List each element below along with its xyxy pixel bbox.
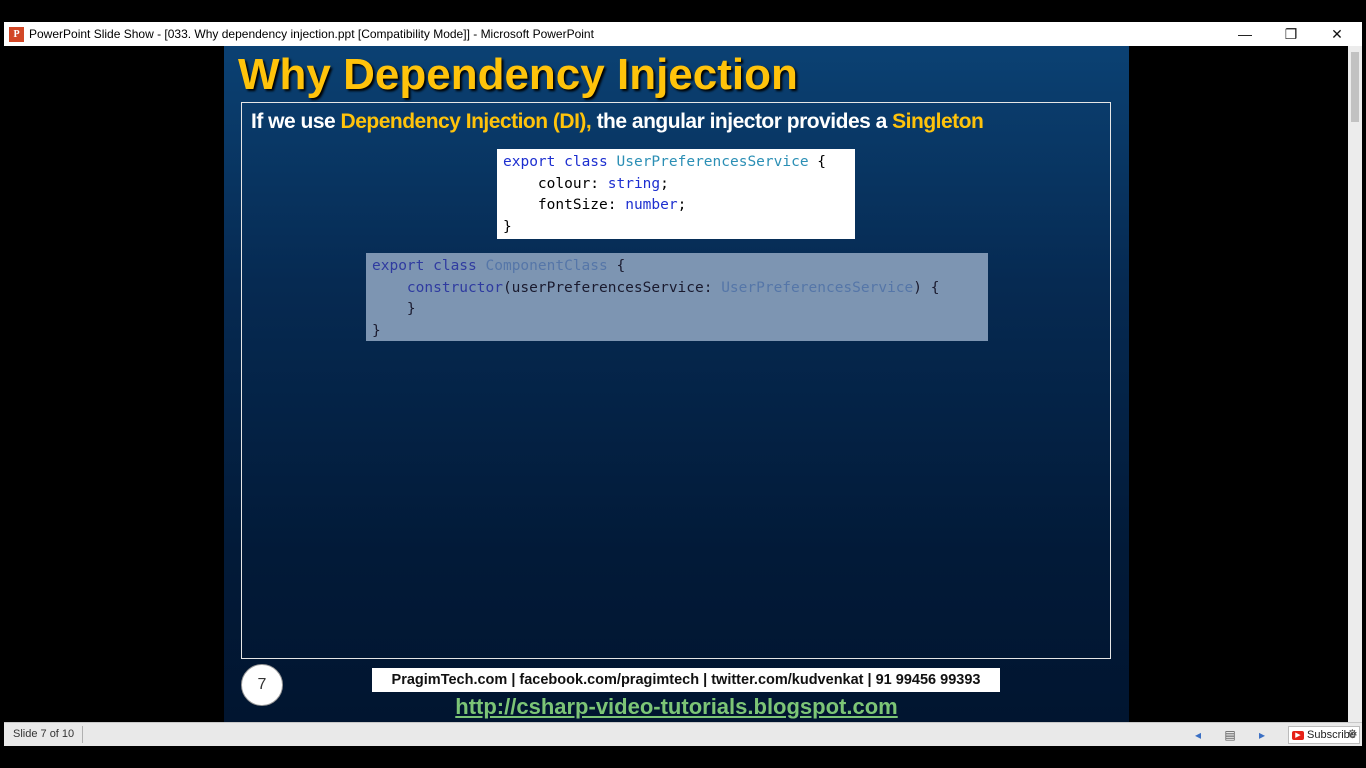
code-text: ) {	[913, 279, 940, 296]
title-bar: P PowerPoint Slide Show - [033. Why depe…	[4, 22, 1362, 46]
menu-icon: ▤	[1224, 728, 1236, 742]
content-frame: If we use Dependency Injection (DI), the…	[241, 102, 1111, 659]
footer-contacts: PragimTech.com | facebook.com/pragimtech…	[372, 668, 1000, 692]
youtube-play-icon: ▶	[1292, 730, 1304, 740]
code-line: constructor(userPreferencesService: User…	[372, 278, 982, 300]
vertical-scrollbar[interactable]	[1348, 46, 1362, 722]
code-text: (userPreferencesService:	[502, 279, 722, 296]
subtitle-highlight-di: Dependency Injection (DI),	[340, 110, 592, 133]
code-line: fontSize: number;	[503, 195, 849, 217]
code-text: ;	[677, 197, 687, 213]
status-bar: Slide 7 of 10 ◂ ▤ ▸ ▶ Subscribe ⚙	[4, 722, 1362, 746]
code-line: }	[503, 218, 512, 235]
powerpoint-window: P PowerPoint Slide Show - [033. Why depe…	[4, 22, 1362, 746]
subtitle-highlight-singleton: Singleton	[892, 110, 984, 133]
slide-menu-button[interactable]: ▤	[1222, 727, 1238, 743]
slide-show-area[interactable]: Why Dependency Injection If we use Depen…	[4, 46, 1362, 722]
minimize-icon: —	[1238, 26, 1252, 42]
code-type: number	[625, 197, 678, 213]
code-keyword: constructor	[406, 279, 503, 296]
code-block-service: export class UserPreferencesService { co…	[497, 149, 855, 239]
slide-title: Why Dependency Injection	[238, 50, 798, 99]
close-button[interactable]: ✕	[1314, 22, 1360, 46]
code-line: export class UserPreferencesService {	[503, 152, 849, 174]
settings-icon[interactable]: ⚙	[1347, 727, 1358, 741]
powerpoint-icon[interactable]: P	[9, 26, 24, 42]
window-title: PowerPoint Slide Show - [033. Why depend…	[29, 27, 594, 41]
restore-button[interactable]: ❐	[1268, 22, 1314, 46]
arrow-right-icon: ▸	[1258, 728, 1266, 742]
close-icon: ✕	[1331, 25, 1343, 42]
code-line: export class ComponentClass {	[372, 256, 982, 278]
code-line: colour: string;	[503, 174, 849, 196]
scrollbar-thumb[interactable]	[1351, 52, 1359, 122]
next-slide-button[interactable]: ▸	[1254, 727, 1270, 743]
code-line: }	[372, 322, 381, 339]
code-text: {	[607, 258, 626, 274]
slide[interactable]: Why Dependency Injection If we use Depen…	[224, 46, 1129, 722]
restore-icon: ❐	[1284, 25, 1298, 42]
subtitle-part1: If we use	[251, 110, 341, 133]
code-text: ;	[660, 175, 669, 192]
code-type: ComponentClass	[485, 258, 608, 274]
code-type: UserPreferencesService	[616, 154, 809, 170]
code-text: {	[808, 154, 827, 170]
code-keyword: export class	[503, 154, 608, 170]
code-type: UserPreferencesService	[721, 279, 914, 296]
slide-counter: Slide 7 of 10	[4, 726, 84, 743]
minimize-button[interactable]: —	[1222, 22, 1268, 46]
code-keyword: export class	[372, 258, 477, 274]
code-text: fontSize:	[503, 197, 626, 213]
previous-slide-button[interactable]: ◂	[1190, 727, 1206, 743]
code-type: string	[607, 175, 661, 192]
code-line: }	[372, 301, 416, 317]
subtitle-part2: the angular injector provides a	[591, 110, 893, 133]
footer-url-link[interactable]: http://csharp-video-tutorials.blogspot.c…	[224, 694, 1129, 720]
code-text: colour:	[503, 175, 608, 192]
code-block-component: export class ComponentClass { constructo…	[366, 253, 988, 341]
arrow-left-icon: ◂	[1194, 728, 1202, 742]
slide-subtitle: If we use Dependency Injection (DI), the…	[251, 110, 984, 134]
